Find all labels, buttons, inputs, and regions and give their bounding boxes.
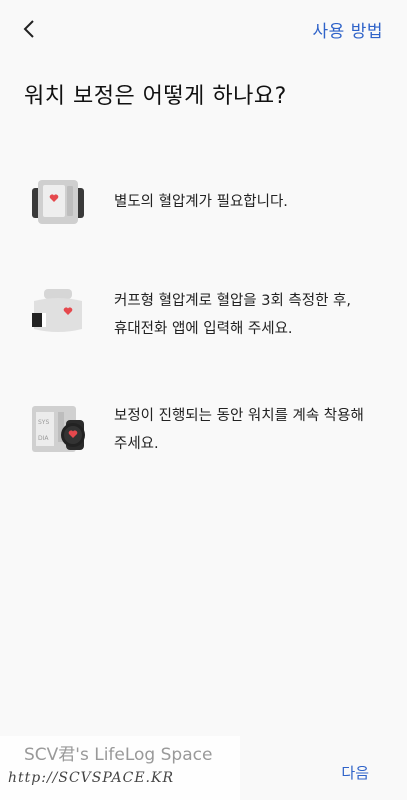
step-text-line: 주세요. [114,436,159,452]
help-link[interactable]: 사용 방법 [313,17,383,42]
step-separate-monitor: 별도의 혈압계가 필요합니다. [30,174,390,230]
watermark-title: SCV君's LifeLog Space [24,745,213,765]
step-text: 별도의 혈압계가 필요합니다. [114,194,288,210]
chevron-left-icon [23,20,34,38]
watermark-url: http://SCVSPACE.KR [8,770,175,786]
step-text-line: 휴대전화 앱에 입력해 주세요. [114,321,293,337]
step-measure-three-times: 커프형 혈압계로 혈압을 3회 측정한 후, 휴대전화 앱에 입력해 주세요. [30,287,390,343]
next-button[interactable]: 다음 [341,762,369,783]
step-wear-watch: SYS DIA 보정이 진행되는 동안 워치를 계속 착용해 주세요. [30,402,390,458]
back-button[interactable] [14,14,44,44]
step-text: 보정이 진행되는 동안 워치를 계속 착용해 주세요. [114,402,364,458]
watch-on-monitor-icon: SYS DIA [30,402,86,458]
step-text-line: 커프형 혈압계로 혈압을 3회 측정한 후, [114,293,351,309]
sys-label: SYS [38,419,49,426]
step-text: 커프형 혈압계로 혈압을 3회 측정한 후, 휴대전화 앱에 입력해 주세요. [114,287,351,343]
dia-label: DIA [38,435,49,442]
top-bar: 사용 방법 [0,0,407,58]
page-title: 워치 보정은 어떻게 하나요? [24,84,287,109]
step-text-line: 보정이 진행되는 동안 워치를 계속 착용해 [114,408,364,424]
cuff-monitor-icon [30,287,86,343]
blood-pressure-monitor-icon [30,174,86,230]
